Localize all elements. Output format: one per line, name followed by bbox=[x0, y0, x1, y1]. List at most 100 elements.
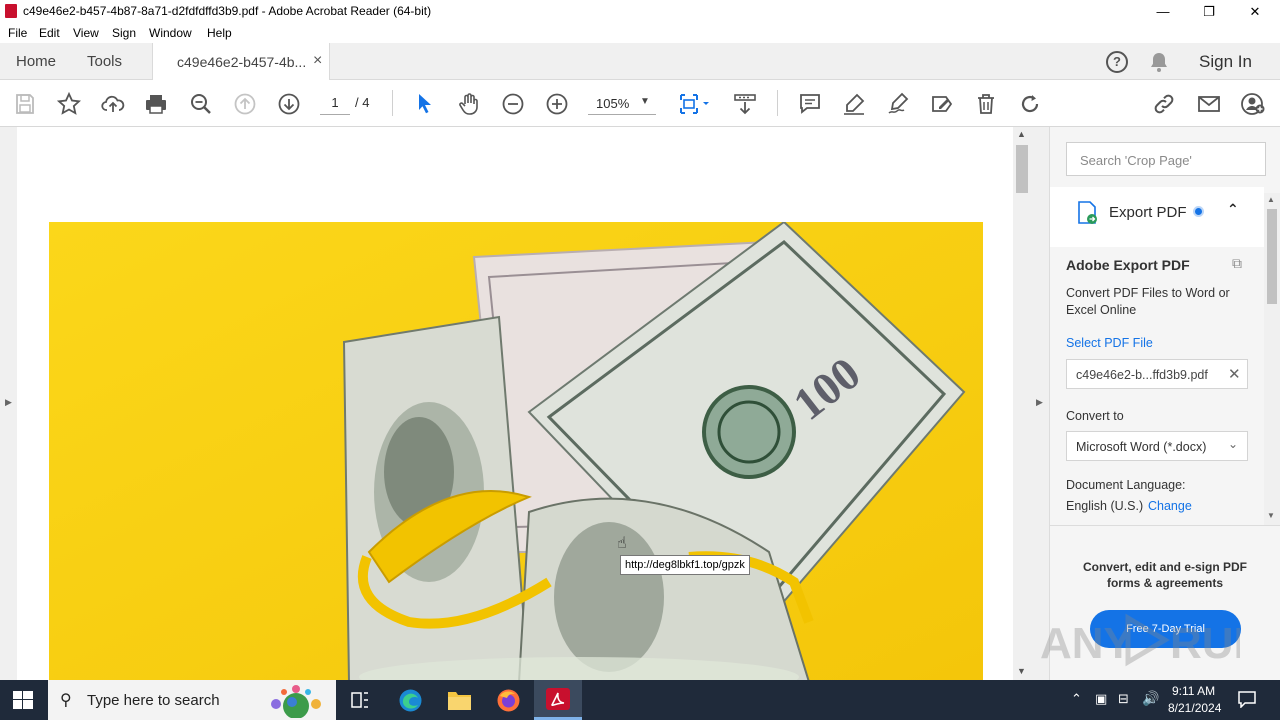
sign-pen-icon[interactable] bbox=[885, 91, 911, 117]
share-link-icon[interactable] bbox=[1151, 91, 1177, 117]
maximize-button[interactable]: ❐ bbox=[1186, 0, 1232, 23]
windows-start-icon[interactable] bbox=[13, 691, 33, 709]
tab-close-icon[interactable]: × bbox=[313, 52, 322, 70]
toolbar-divider bbox=[392, 90, 393, 116]
copy-icon[interactable]: ⧉ bbox=[1232, 255, 1242, 272]
panel-scrollbar-thumb[interactable] bbox=[1267, 209, 1277, 304]
fill-sign-icon[interactable] bbox=[929, 91, 955, 117]
help-icon[interactable]: ? bbox=[1106, 51, 1128, 73]
network-icon[interactable]: ⊟ bbox=[1118, 691, 1129, 707]
hand-tool-icon[interactable] bbox=[456, 91, 482, 117]
upload-cloud-icon[interactable] bbox=[100, 91, 126, 117]
adobe-export-title: Adobe Export PDF bbox=[1066, 257, 1190, 273]
highlight-pen-icon[interactable] bbox=[841, 91, 867, 117]
acrobat-app-icon bbox=[5, 4, 17, 18]
file-explorer-icon[interactable] bbox=[447, 689, 472, 711]
svg-text:ANY: ANY bbox=[1040, 619, 1133, 668]
page-down-icon[interactable] bbox=[276, 91, 302, 117]
windows-taskbar: ⚲ Type here to search ⌃ ▣ ⊟ 🔊 9:11 AM 8/… bbox=[0, 680, 1280, 720]
menu-edit[interactable]: Edit bbox=[39, 26, 60, 40]
search-highlight-icon bbox=[262, 684, 330, 719]
show-hidden-icons[interactable]: ⌃ bbox=[1071, 691, 1082, 707]
page-total: / 4 bbox=[355, 95, 370, 110]
document-scrollbar[interactable]: ▲ ▼ bbox=[1013, 127, 1031, 680]
taskbar-date[interactable]: 8/21/2024 bbox=[1168, 701, 1221, 715]
hand-cursor-icon: ☝ bbox=[617, 535, 627, 552]
scrollbar-thumb[interactable] bbox=[1016, 145, 1028, 193]
premium-badge-icon bbox=[1193, 206, 1204, 217]
menu-window[interactable]: Window bbox=[149, 26, 192, 40]
menu-help[interactable]: Help bbox=[207, 26, 232, 40]
select-cursor-icon[interactable] bbox=[412, 91, 438, 117]
tab-tools[interactable]: Tools bbox=[87, 53, 122, 70]
panel-scroll-up-icon[interactable]: ▲ bbox=[1267, 195, 1275, 204]
acrobat-taskbar-icon bbox=[546, 688, 570, 710]
collapse-chevron-icon[interactable]: ⌃ bbox=[1227, 201, 1239, 218]
comment-icon[interactable] bbox=[797, 91, 823, 117]
tools-pane: Search 'Crop Page' Export PDF ⌃ Adobe Ex… bbox=[1049, 127, 1280, 680]
volume-icon[interactable]: 🔊 bbox=[1142, 690, 1159, 707]
menu-file[interactable]: File bbox=[8, 26, 27, 40]
panel-scroll-down-icon[interactable]: ▼ bbox=[1267, 511, 1275, 520]
tab-bar: Home Tools c49e46e2-b457-4b... × ? Sign … bbox=[0, 43, 1280, 81]
change-language-link[interactable]: Change bbox=[1148, 499, 1192, 513]
notifications-icon[interactable] bbox=[1238, 691, 1256, 709]
trash-icon[interactable] bbox=[973, 91, 999, 117]
title-bar: c49e46e2-b457-4b87-8a71-d2fdfdffd3b9.pdf… bbox=[0, 0, 1280, 23]
menu-view[interactable]: View bbox=[73, 26, 99, 40]
main-toolbar: 1 / 4 105% ▼ bbox=[0, 80, 1280, 127]
expand-left-icon: ▶ bbox=[5, 397, 12, 407]
menu-sign[interactable]: Sign bbox=[112, 26, 136, 40]
selected-file-field[interactable]: c49e46e2-b...ffd3b9.pdf ✕ bbox=[1066, 359, 1248, 389]
task-view-icon[interactable] bbox=[350, 690, 370, 710]
zoom-value: 105% bbox=[596, 96, 630, 111]
convert-to-select[interactable]: Microsoft Word (*.docx) ⌄ bbox=[1066, 431, 1248, 461]
sign-in-button[interactable]: Sign In bbox=[1199, 52, 1252, 72]
tools-search-input[interactable]: Search 'Crop Page' bbox=[1066, 142, 1266, 176]
fit-page-icon[interactable] bbox=[676, 91, 714, 117]
zoom-in-icon[interactable] bbox=[544, 91, 570, 117]
zoom-select[interactable]: 105% ▼ bbox=[588, 93, 656, 115]
money-roll-image: 100 bbox=[49, 222, 983, 680]
document-language-label: Document Language: bbox=[1066, 478, 1186, 492]
remove-file-icon[interactable]: ✕ bbox=[1228, 365, 1241, 383]
zoom-out-icon[interactable] bbox=[500, 91, 526, 117]
panel-scrollbar[interactable]: ▲ ▼ bbox=[1264, 193, 1280, 525]
email-icon[interactable] bbox=[1196, 91, 1222, 117]
close-button[interactable]: ✕ bbox=[1232, 0, 1278, 23]
page-up-icon[interactable] bbox=[232, 91, 258, 117]
search-placeholder: Search 'Crop Page' bbox=[1080, 153, 1192, 168]
export-pdf-title[interactable]: Export PDF bbox=[1109, 204, 1187, 221]
scroll-mode-icon[interactable] bbox=[732, 91, 758, 117]
tab-home[interactable]: Home bbox=[16, 53, 56, 70]
svg-text:RUN: RUN bbox=[1170, 619, 1240, 668]
adobe-export-section: Adobe Export PDF ⧉ Convert PDF Files to … bbox=[1050, 247, 1264, 522]
scroll-down-arrow-icon[interactable]: ▼ bbox=[1017, 666, 1026, 676]
taskbar-search-placeholder: Type here to search bbox=[87, 692, 220, 709]
star-icon[interactable] bbox=[56, 91, 82, 117]
menu-bar: File Edit View Sign Window Help bbox=[0, 23, 1280, 43]
acrobat-taskbar-button[interactable] bbox=[534, 680, 582, 720]
scroll-up-arrow-icon[interactable]: ▲ bbox=[1017, 129, 1026, 139]
save-icon[interactable] bbox=[12, 91, 38, 117]
rotate-icon[interactable] bbox=[1017, 91, 1043, 117]
taskbar-time[interactable]: 9:11 AM bbox=[1172, 684, 1215, 698]
device-icon[interactable]: ▣ bbox=[1095, 691, 1107, 707]
bell-icon[interactable] bbox=[1149, 51, 1169, 73]
collapse-right-icon: ▶ bbox=[1036, 397, 1043, 407]
right-pane-toggle[interactable]: ▶ bbox=[1031, 127, 1049, 680]
chevron-down-icon: ▼ bbox=[640, 96, 650, 107]
left-pane-toggle[interactable]: ▶ bbox=[0, 127, 17, 680]
taskbar-search-box[interactable]: ⚲ Type here to search bbox=[48, 680, 336, 720]
zoom-search-icon[interactable] bbox=[188, 91, 214, 117]
minimize-button[interactable]: — bbox=[1140, 0, 1186, 23]
select-pdf-file-label[interactable]: Select PDF File bbox=[1066, 336, 1153, 350]
tab-document[interactable]: c49e46e2-b457-4b... × bbox=[152, 43, 330, 81]
document-viewport[interactable]: 100 http://deg8lbkf1.top/gpzk ☝ bbox=[17, 127, 1013, 680]
print-icon[interactable] bbox=[143, 91, 169, 117]
convert-to-value: Microsoft Word (*.docx) bbox=[1076, 440, 1207, 454]
add-user-icon[interactable] bbox=[1240, 91, 1266, 117]
page-number-input[interactable]: 1 bbox=[320, 93, 350, 115]
firefox-icon[interactable] bbox=[496, 688, 521, 713]
edge-browser-icon[interactable] bbox=[398, 688, 423, 713]
